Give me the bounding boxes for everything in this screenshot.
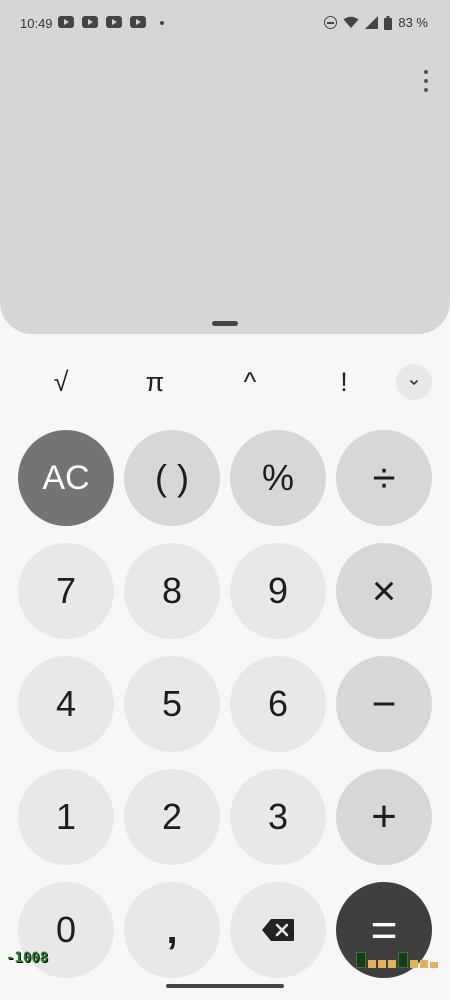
do-not-disturb-icon: [324, 16, 338, 29]
notification-icons: [58, 16, 146, 28]
digit-3-button[interactable]: 3: [230, 769, 326, 865]
digit-2-button[interactable]: 2: [124, 769, 220, 865]
digit-8-button[interactable]: 8: [124, 543, 220, 639]
youtube-notification-icon: [130, 16, 146, 28]
gesture-navigation-bar[interactable]: [166, 984, 284, 988]
drag-handle[interactable]: [212, 321, 238, 326]
divide-button[interactable]: ÷: [336, 430, 432, 526]
multiply-button[interactable]: ×: [336, 543, 432, 639]
battery-icon: [384, 15, 393, 30]
scientific-function-row: √ π ^ !: [0, 360, 450, 404]
factorial-button[interactable]: !: [314, 360, 374, 404]
result-display: 10:49 83 %: [0, 0, 450, 334]
digit-9-button[interactable]: 9: [230, 543, 326, 639]
cellular-signal-icon: [365, 16, 379, 29]
pi-button[interactable]: π: [125, 360, 185, 404]
debug-counter: -1008: [6, 950, 49, 966]
digit-1-button[interactable]: 1: [18, 769, 114, 865]
youtube-notification-icon: [58, 16, 74, 28]
more-options-icon[interactable]: [422, 70, 430, 92]
backspace-icon: [262, 919, 294, 941]
chevron-down-icon: [409, 379, 419, 385]
youtube-notification-icon: [82, 16, 98, 28]
digit-6-button[interactable]: 6: [230, 656, 326, 752]
system-status: 83 %: [324, 15, 428, 30]
status-time: 10:49: [20, 16, 53, 31]
expand-scientific-button[interactable]: [396, 364, 432, 400]
digit-5-button[interactable]: 5: [124, 656, 220, 752]
debug-bars: [356, 952, 438, 968]
more-notifications-dot-icon: [160, 21, 164, 25]
add-button[interactable]: +: [336, 769, 432, 865]
backspace-button[interactable]: [230, 882, 326, 978]
square-root-button[interactable]: √: [31, 360, 91, 404]
digit-7-button[interactable]: 7: [18, 543, 114, 639]
percent-button[interactable]: %: [230, 430, 326, 526]
status-bar: 10:49 83 %: [0, 0, 450, 48]
subtract-button[interactable]: −: [336, 656, 432, 752]
power-button[interactable]: ^: [220, 360, 280, 404]
parentheses-button[interactable]: ( ): [124, 430, 220, 526]
digit-4-button[interactable]: 4: [18, 656, 114, 752]
decimal-separator-button[interactable]: ,: [124, 882, 220, 978]
youtube-notification-icon: [106, 16, 122, 28]
battery-percentage: 83 %: [398, 15, 428, 30]
all-clear-button[interactable]: AC: [18, 430, 114, 526]
wifi-icon: [343, 16, 359, 28]
